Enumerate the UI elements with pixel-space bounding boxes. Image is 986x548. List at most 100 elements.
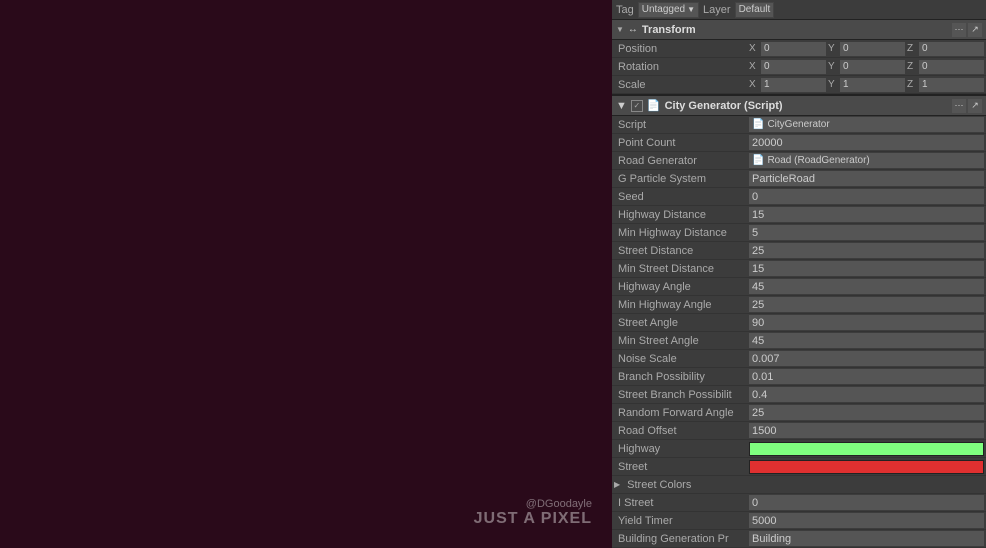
building-gen-value: Building (749, 531, 984, 546)
rotation-xyz: X Y Z (749, 60, 984, 74)
g-particle-row: G Particle System ParticleRoad (612, 170, 986, 188)
scale-x-label: X (749, 79, 759, 90)
min-highway-angle-row: Min Highway Angle (612, 296, 986, 314)
branch-poss-input[interactable] (749, 369, 984, 384)
random-fwd-input[interactable] (749, 405, 984, 420)
pos-x-label: X (749, 43, 759, 54)
yield-timer-input[interactable] (749, 513, 984, 528)
tag-layer-bar: Tag Untagged ▼ Layer Default (612, 0, 986, 20)
seed-row: Seed (612, 188, 986, 206)
road-gen-row: Road Generator 📄 Road (RoadGenerator) (612, 152, 986, 170)
city-gen-action-1[interactable]: ⋯ (952, 99, 966, 113)
i-street-label: I Street (614, 497, 749, 509)
rotation-row: Rotation X Y Z (612, 58, 986, 76)
highway-dist-label: Highway Distance (614, 209, 749, 221)
highway-angle-label: Highway Angle (614, 281, 749, 293)
road-gen-obj: 📄 Road (RoadGenerator) (749, 153, 984, 168)
city-generator-header[interactable]: ▼ ✓ 📄 City Generator (Script) ⋯ ↗ (612, 94, 986, 116)
script-row: Script 📄 CityGenerator (612, 116, 986, 134)
min-street-dist-label: Min Street Distance (614, 263, 749, 275)
min-highway-dist-input[interactable] (749, 225, 984, 240)
position-x-input[interactable] (761, 42, 826, 56)
city-gen-action-2[interactable]: ↗ (968, 99, 982, 113)
i-street-input[interactable] (749, 495, 984, 510)
scale-row: Scale X Y Z (612, 76, 986, 94)
min-street-dist-row: Min Street Distance (612, 260, 986, 278)
scale-y-input[interactable] (840, 78, 905, 92)
road-offset-input[interactable] (749, 423, 984, 438)
script-obj-icon: 📄 (752, 119, 764, 130)
noise-scale-label: Noise Scale (614, 353, 749, 365)
rotation-label: Rotation (614, 61, 749, 73)
transform-actions: ⋯ ↗ (952, 23, 982, 37)
min-highway-angle-input[interactable] (749, 297, 984, 312)
point-count-row: Point Count (612, 134, 986, 152)
transform-triangle: ▼ (616, 25, 624, 34)
watermark: @DGoodayle JUST A PIXEL (474, 498, 592, 528)
rotation-y-input[interactable] (840, 60, 905, 74)
min-street-angle-row: Min Street Angle (612, 332, 986, 350)
highway-angle-input[interactable] (749, 279, 984, 294)
street-angle-label: Street Angle (614, 317, 749, 329)
min-street-angle-input[interactable] (749, 333, 984, 348)
highway-dist-input[interactable] (749, 207, 984, 222)
seed-input[interactable] (749, 189, 984, 204)
i-street-row: I Street (612, 494, 986, 512)
transform-section-header[interactable]: ▼ ↔ Transform ⋯ ↗ (612, 20, 986, 40)
rotation-z-input[interactable] (919, 60, 984, 74)
transform-title: Transform (642, 24, 696, 36)
g-particle-value: ParticleRoad (749, 171, 984, 186)
point-count-input[interactable] (749, 135, 984, 150)
rotation-x-input[interactable] (761, 60, 826, 74)
city-gen-checkbox[interactable]: ✓ (631, 100, 643, 112)
scale-x-input[interactable] (761, 78, 826, 92)
transform-icon: ↔ (628, 24, 638, 35)
branch-poss-label: Branch Possibility (614, 371, 749, 383)
road-gen-name: Road (RoadGenerator) (767, 155, 869, 166)
yield-timer-row: Yield Timer (612, 512, 986, 530)
position-y-input[interactable] (840, 42, 905, 56)
watermark-handle: @DGoodayle (474, 498, 592, 510)
street-angle-row: Street Angle (612, 314, 986, 332)
city-gen-title: City Generator (Script) (665, 100, 783, 112)
right-panel: Tag Untagged ▼ Layer Default ▼ ↔ Transfo… (612, 0, 986, 548)
road-gen-label: Road Generator (614, 155, 749, 167)
street-dist-label: Street Distance (614, 245, 749, 257)
road-gen-icon: 📄 (752, 155, 764, 166)
min-street-dist-input[interactable] (749, 261, 984, 276)
street-color-swatch[interactable] (749, 460, 984, 474)
street-angle-input[interactable] (749, 315, 984, 330)
script-obj-name: CityGenerator (767, 119, 829, 130)
noise-scale-input[interactable] (749, 351, 984, 366)
yield-timer-label: Yield Timer (614, 515, 749, 527)
highway-color-swatch[interactable] (749, 442, 984, 456)
properties-list: Script 📄 CityGenerator Point Count Road … (612, 116, 986, 548)
tag-label: Tag (616, 4, 634, 16)
city-gen-icon: 📄 (647, 99, 661, 112)
point-count-label: Point Count (614, 137, 749, 149)
scale-z-input[interactable] (919, 78, 984, 92)
seed-label: Seed (614, 191, 749, 203)
layer-label: Layer (703, 4, 731, 16)
scale-y-label: Y (828, 79, 838, 90)
building-gen-row: Building Generation Pr Building (612, 530, 986, 548)
rot-y-label: Y (828, 61, 838, 72)
transform-action-2[interactable]: ↗ (968, 23, 982, 37)
road-offset-label: Road Offset (614, 425, 749, 437)
watermark-tagline: JUST A PIXEL (474, 510, 592, 528)
layer-value: Default (739, 4, 771, 15)
street-dist-input[interactable] (749, 243, 984, 258)
tag-dropdown[interactable]: Untagged ▼ (638, 2, 699, 18)
left-panel: @DGoodayle JUST A PIXEL (0, 0, 612, 548)
street-branch-input[interactable] (749, 387, 984, 402)
transform-action-1[interactable]: ⋯ (952, 23, 966, 37)
layer-dropdown[interactable]: Default (735, 2, 775, 18)
position-z-input[interactable] (919, 42, 984, 56)
tag-dropdown-arrow: ▼ (687, 5, 695, 14)
noise-scale-row: Noise Scale (612, 350, 986, 368)
street-colors-row[interactable]: ▶ Street Colors (612, 476, 986, 494)
random-fwd-label: Random Forward Angle (614, 407, 749, 419)
min-highway-angle-label: Min Highway Angle (614, 299, 749, 311)
scale-label: Scale (614, 79, 749, 91)
script-label: Script (614, 119, 749, 131)
